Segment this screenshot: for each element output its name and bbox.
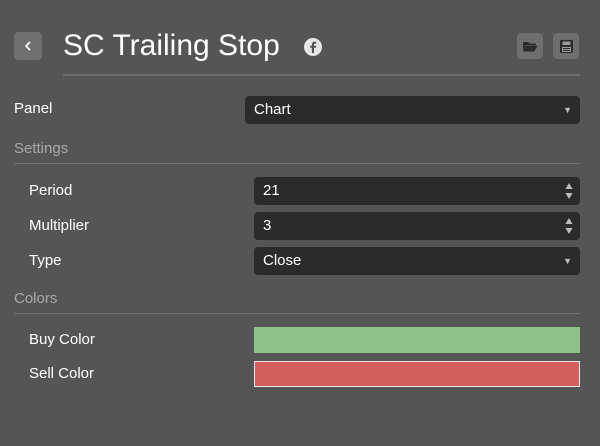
buy-color-swatch[interactable]	[254, 327, 580, 353]
sell-color-label: Sell Color	[29, 365, 95, 382]
folder-open-icon	[523, 42, 538, 52]
settings-section-title: Settings	[14, 140, 69, 157]
caret-down-icon: ▼	[563, 256, 572, 266]
chevron-left-icon	[25, 41, 31, 51]
type-select-value: Close	[263, 252, 302, 269]
panel-label: Panel	[14, 100, 53, 117]
page-title: SC Trailing Stop	[63, 29, 280, 62]
caret-down-icon: ▼	[563, 105, 572, 115]
type-label: Type	[29, 252, 62, 269]
buy-color-label: Buy Color	[29, 331, 95, 348]
floppy-disk-icon	[559, 39, 573, 53]
spinner-arrows-icon[interactable]	[565, 216, 573, 236]
sell-color-swatch[interactable]	[254, 361, 580, 387]
settings-divider	[14, 163, 580, 164]
multiplier-label: Multiplier	[29, 217, 90, 234]
header: SC Trailing Stop	[0, 0, 600, 76]
save-button[interactable]	[553, 33, 579, 59]
back-button[interactable]	[14, 32, 42, 60]
indicator-settings-panel: SC Trailing Stop Panel Chart ▼ Settings …	[0, 0, 600, 446]
facebook-icon[interactable]	[303, 37, 323, 57]
colors-divider	[14, 313, 580, 314]
period-input[interactable]: 21	[254, 177, 580, 205]
spinner-arrows-icon[interactable]	[565, 181, 573, 201]
type-select[interactable]: Close ▼	[254, 247, 580, 275]
multiplier-input[interactable]: 3	[254, 212, 580, 240]
header-divider	[63, 74, 580, 76]
colors-section-title: Colors	[14, 290, 58, 307]
panel-select-value: Chart	[254, 101, 291, 118]
panel-select[interactable]: Chart ▼	[245, 96, 580, 124]
multiplier-value: 3	[263, 217, 272, 234]
open-button[interactable]	[517, 33, 543, 59]
period-label: Period	[29, 182, 73, 199]
period-value: 21	[263, 182, 280, 199]
